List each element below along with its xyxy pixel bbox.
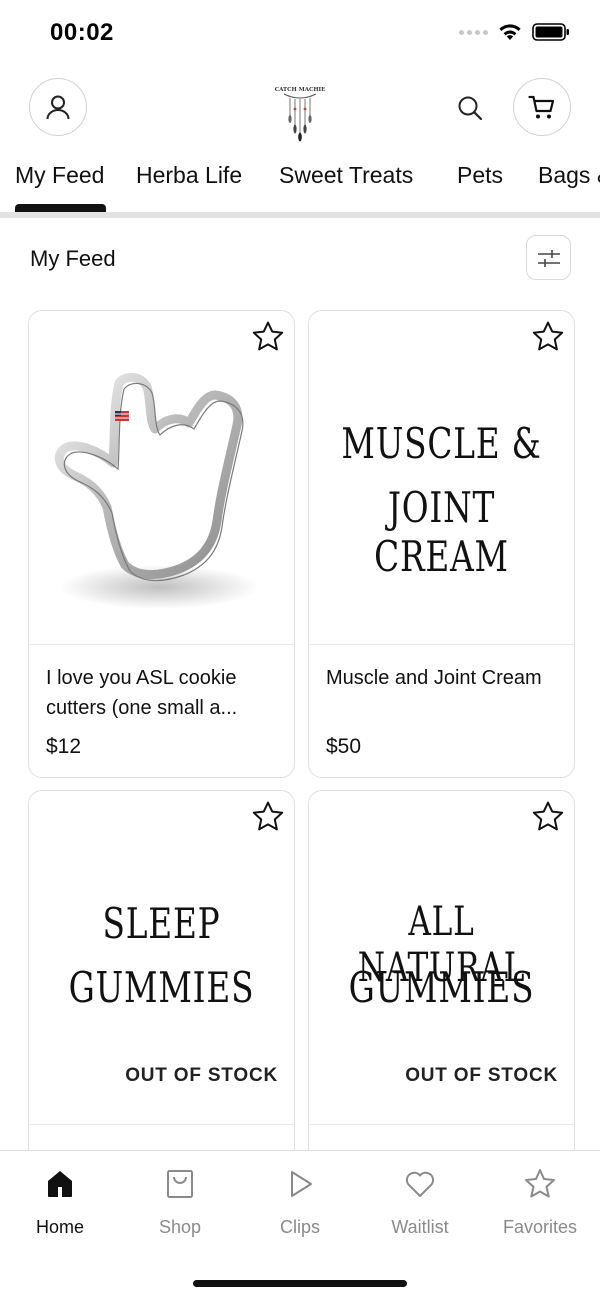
profile-button[interactable] <box>29 78 87 136</box>
star-outline-icon <box>532 321 564 351</box>
sliders-icon <box>537 249 560 267</box>
product-card[interactable]: ALL NATURAL GUMMIES OUT OF STOCK <box>308 790 575 1190</box>
image-text-line: MUSCLE & <box>341 419 542 468</box>
cellular-signal-icon <box>459 29 488 35</box>
favorite-button[interactable] <box>250 319 286 355</box>
tab-bags[interactable]: Bags & <box>538 162 600 189</box>
product-card[interactable]: I love you ASL cookie cutters (one small… <box>28 310 295 778</box>
image-text-line: JOINT CREAM <box>374 483 509 581</box>
product-image[interactable] <box>29 311 294 645</box>
brand-logo[interactable]: CATCH MACHIE <box>270 82 330 142</box>
tab-sweet-treats[interactable]: Sweet Treats <box>279 162 413 189</box>
status-icons <box>459 22 570 42</box>
image-text-line: GUMMIES <box>68 963 255 1012</box>
home-icon <box>48 1171 72 1197</box>
product-image[interactable]: SLEEP GUMMIES OUT OF STOCK <box>29 791 294 1125</box>
tab-my-feed[interactable]: My Feed <box>15 162 104 189</box>
favorite-button[interactable] <box>250 799 286 835</box>
nav-label: Shop <box>158 1217 202 1237</box>
nav-shop[interactable]: Shop <box>125 1167 235 1238</box>
search-button[interactable] <box>452 90 488 126</box>
nav-label: Home <box>35 1217 84 1237</box>
star-outline-icon <box>252 801 284 831</box>
tabs-divider <box>0 212 600 218</box>
nav-waitlist[interactable]: Waitlist <box>365 1167 475 1238</box>
cart-icon <box>528 95 555 119</box>
feed-title: My Feed <box>30 246 116 271</box>
product-name[interactable]: I love you ASL cookie cutters (one small… <box>46 663 276 723</box>
tab-pets[interactable]: Pets <box>457 162 503 189</box>
product-image[interactable]: ALL NATURAL GUMMIES OUT OF STOCK <box>309 791 574 1125</box>
wifi-icon <box>499 24 521 40</box>
product-image[interactable]: MUSCLE & JOINT CREAM <box>309 311 574 645</box>
favorite-button[interactable] <box>530 319 566 355</box>
status-time: 00:02 <box>50 19 114 46</box>
cookie-cutter-image <box>54 373 259 609</box>
play-icon <box>291 1171 312 1197</box>
star-outline-icon <box>532 801 564 831</box>
home-indicator <box>193 1280 407 1287</box>
nav-clips[interactable]: Clips <box>245 1167 355 1238</box>
category-tabs: My Feed Herba Life Sweet Treats Pets Bag… <box>0 150 600 216</box>
product-name[interactable]: Muscle and Joint Cream <box>326 663 556 693</box>
cart-button[interactable] <box>513 78 571 136</box>
shop-bag-icon <box>167 1170 193 1198</box>
app-header: CATCH MACHIE <box>0 78 600 142</box>
battery-icon <box>532 23 569 41</box>
product-price: $50 <box>326 735 362 758</box>
filter-button[interactable] <box>526 235 571 280</box>
out-of-stock-label: OUT OF STOCK <box>405 1065 558 1086</box>
nav-favorites[interactable]: Favorites <box>485 1167 595 1238</box>
star-outline-icon <box>252 321 284 351</box>
heart-icon <box>405 1171 435 1197</box>
tab-herba-life[interactable]: Herba Life <box>136 162 242 189</box>
status-bar: 00:02 <box>0 0 600 66</box>
star-icon <box>525 1169 555 1198</box>
product-card[interactable]: SLEEP GUMMIES OUT OF STOCK <box>28 790 295 1190</box>
nav-label: Clips <box>279 1217 320 1237</box>
nav-label: Favorites <box>502 1217 578 1237</box>
search-icon <box>458 96 483 121</box>
image-text-line: SLEEP <box>102 899 221 948</box>
nav-home[interactable]: Home <box>5 1167 115 1238</box>
product-card[interactable]: MUSCLE & JOINT CREAM Muscle and Joint Cr… <box>308 310 575 778</box>
nav-label: Waitlist <box>391 1217 449 1237</box>
favorite-button[interactable] <box>530 799 566 835</box>
bottom-navigation: Home Shop Clips Waitlist Favorites <box>0 1150 600 1299</box>
image-text-line: GUMMIES <box>348 963 535 1012</box>
product-price: $12 <box>46 735 82 758</box>
logo-text: CATCH MACHIE <box>275 87 326 93</box>
user-icon <box>46 95 70 120</box>
out-of-stock-label: OUT OF STOCK <box>125 1065 278 1086</box>
